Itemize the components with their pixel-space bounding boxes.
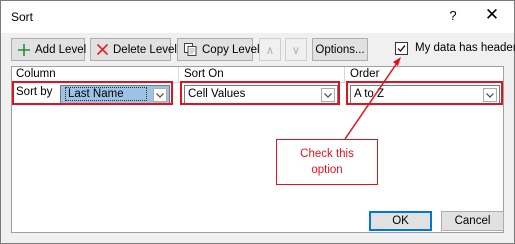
callout-line-1: Check this [300, 148, 354, 160]
callout-arrow [344, 57, 401, 140]
sort-dialog: Sort ? ✕ Add Level Delete Level Copy Lev… [0, 0, 515, 244]
callout-line-2: option [311, 164, 343, 176]
annotation-callout: Check this option [276, 139, 378, 185]
